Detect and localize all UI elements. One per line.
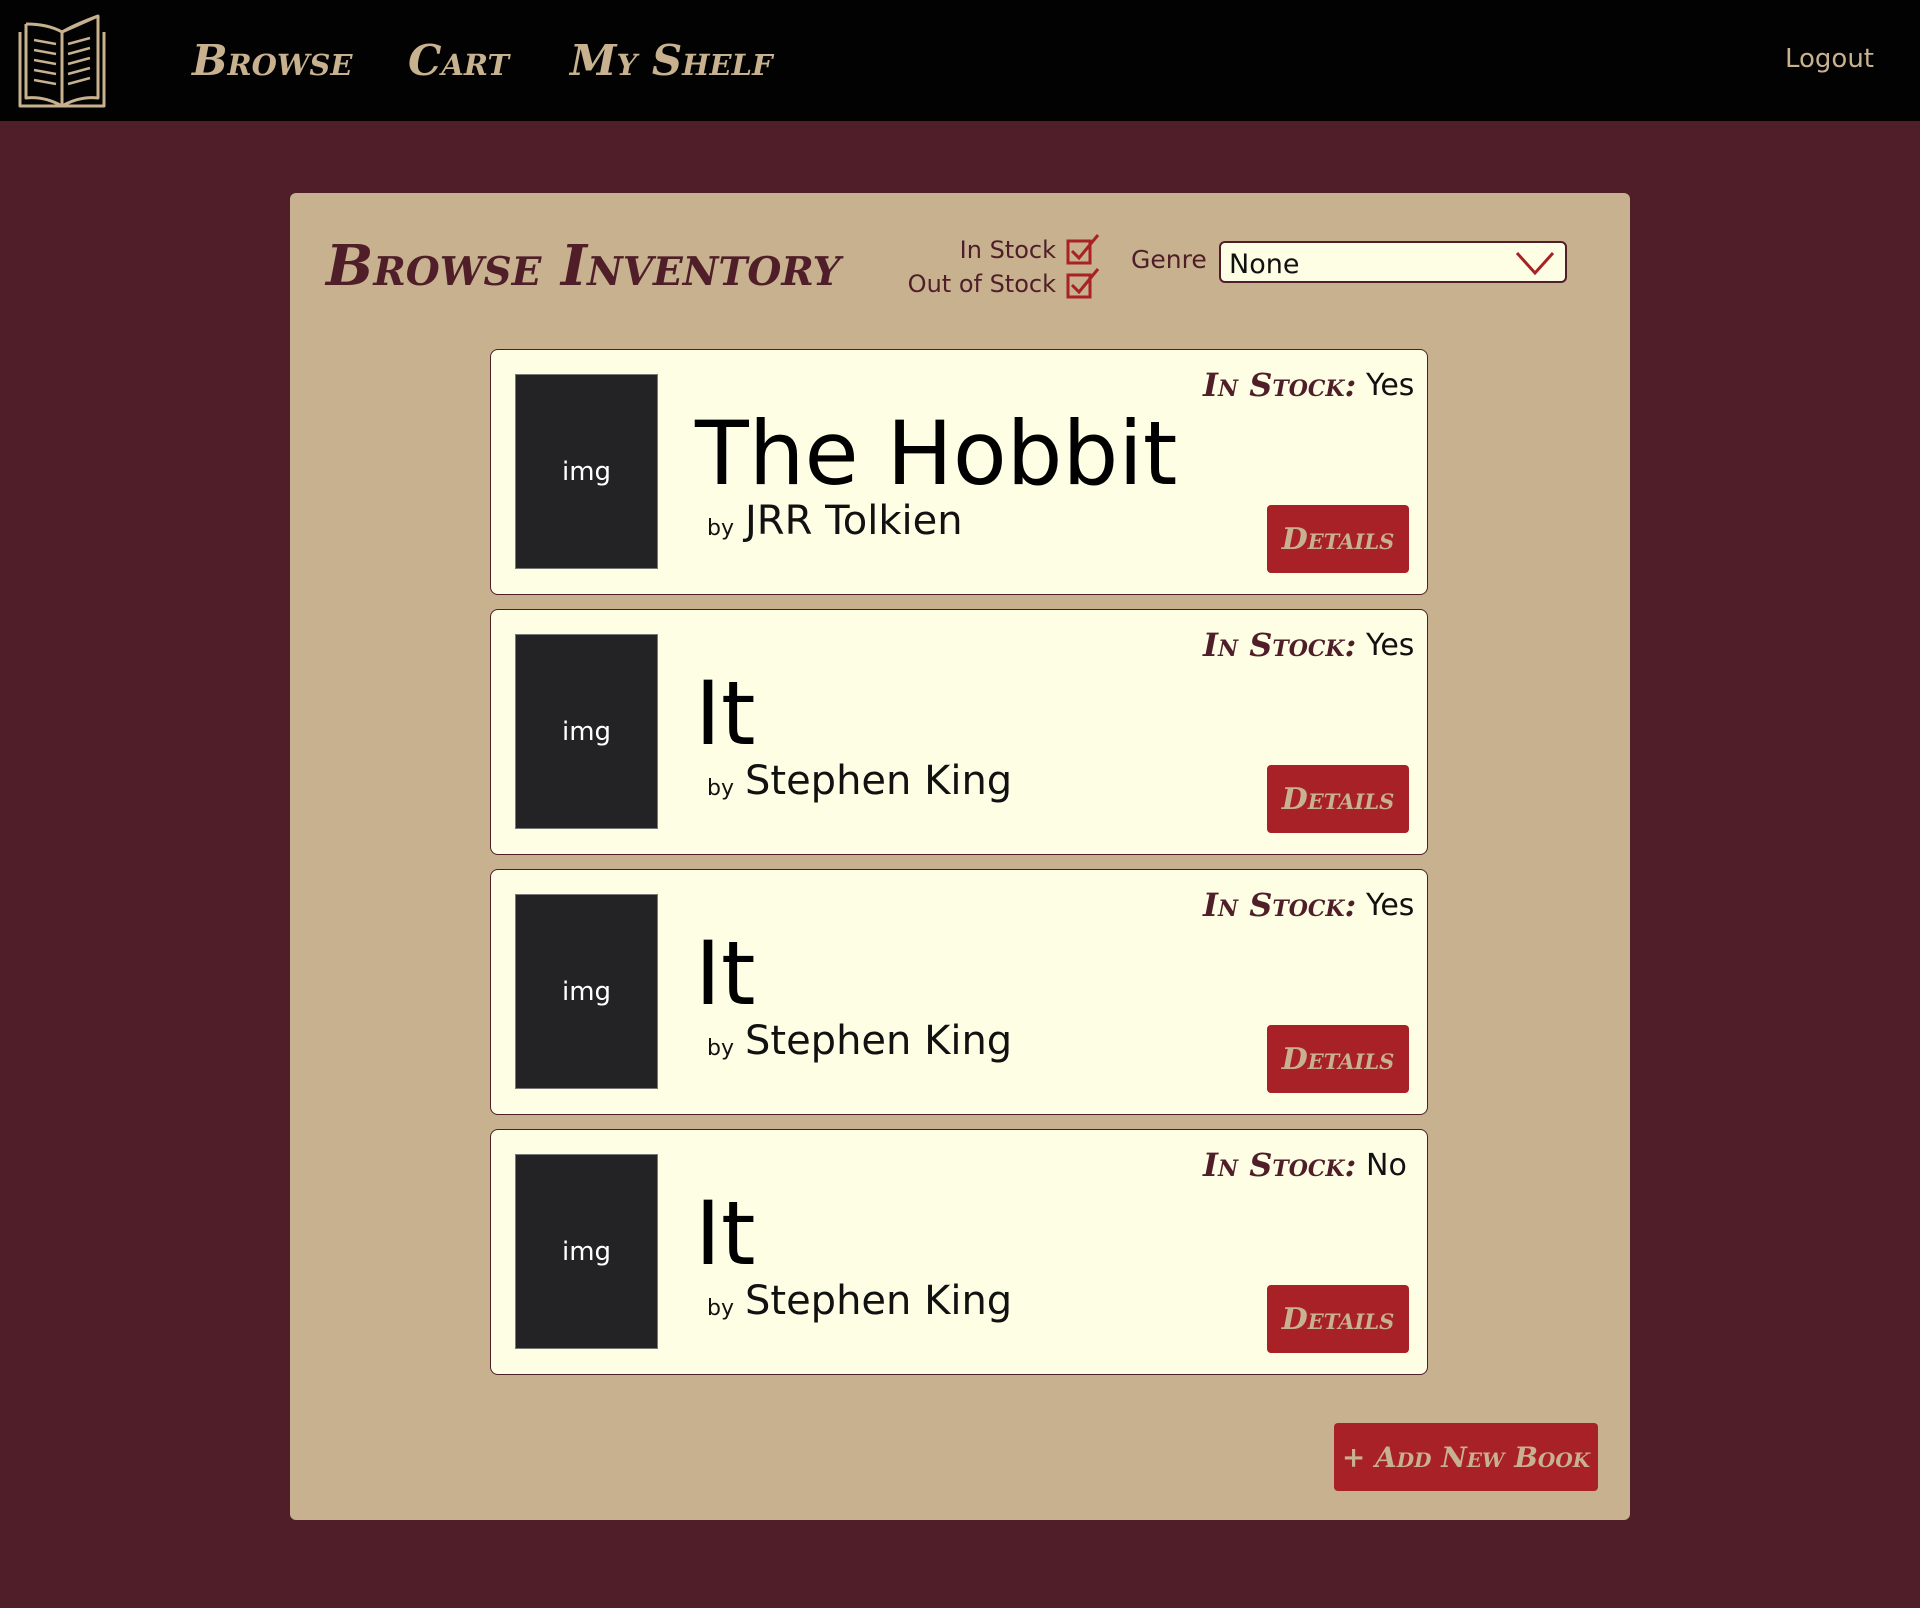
genre-select[interactable]: None	[1219, 241, 1567, 283]
book-title: It	[695, 922, 756, 1025]
in-stock-label: In Stock:	[1203, 366, 1357, 404]
in-stock-checkbox[interactable]	[1066, 233, 1100, 267]
chevron-down-icon	[1515, 251, 1555, 275]
details-button[interactable]: Details	[1267, 1025, 1409, 1093]
out-of-stock-filter: Out of Stock	[908, 267, 1100, 301]
nav-cart-link[interactable]: Cart	[408, 36, 509, 86]
out-of-stock-checkbox[interactable]	[1066, 267, 1100, 301]
out-of-stock-filter-label: Out of Stock	[907, 270, 1056, 298]
in-stock-label: In Stock:	[1203, 886, 1357, 924]
book-author: JRR Tolkien	[745, 498, 963, 544]
open-book-icon[interactable]	[12, 10, 112, 110]
book-cover-image: img	[515, 894, 658, 1089]
details-button[interactable]: Details	[1267, 765, 1409, 833]
book-card: img It by Stephen King In Stock: Yes Det…	[490, 609, 1428, 855]
details-button[interactable]: Details	[1267, 1285, 1409, 1353]
add-new-book-button[interactable]: + Add New Book	[1334, 1423, 1598, 1491]
book-author: Stephen King	[745, 1278, 1013, 1324]
book-card: img It by Stephen King In Stock: Yes Det…	[490, 869, 1428, 1115]
page-title: Browse Inventory	[326, 233, 841, 299]
genre-label: Genre	[1131, 245, 1207, 274]
by-label: by	[707, 776, 734, 801]
nav-browse-link[interactable]: Browse	[192, 36, 352, 86]
book-title: It	[695, 662, 756, 765]
in-stock-value: Yes	[1366, 888, 1415, 923]
in-stock-value: Yes	[1366, 368, 1415, 403]
top-nav-bar: Browse Cart My Shelf Logout	[0, 0, 1920, 121]
in-stock-filter-label: In Stock	[959, 236, 1056, 264]
book-title: It	[695, 1182, 756, 1285]
details-button[interactable]: Details	[1267, 505, 1409, 573]
genre-selected-value: None	[1229, 249, 1300, 280]
nav-my-shelf-link[interactable]: My Shelf	[570, 36, 773, 86]
book-card: img It by Stephen King In Stock: No Deta…	[490, 1129, 1428, 1375]
by-label: by	[707, 516, 734, 541]
logout-link[interactable]: Logout	[1785, 44, 1874, 74]
book-cover-image: img	[515, 374, 658, 569]
in-stock-filter: In Stock	[960, 233, 1100, 267]
book-title: The Hobbit	[695, 402, 1178, 505]
by-label: by	[707, 1036, 734, 1061]
in-stock-label: In Stock:	[1203, 1146, 1357, 1184]
book-cover-image: img	[515, 634, 658, 829]
in-stock-value: No	[1366, 1148, 1407, 1183]
book-cover-image: img	[515, 1154, 658, 1349]
book-card: img The Hobbit by JRR Tolkien In Stock: …	[490, 349, 1428, 595]
by-label: by	[707, 1296, 734, 1321]
in-stock-label: In Stock:	[1203, 626, 1357, 664]
in-stock-value: Yes	[1366, 628, 1415, 663]
book-author: Stephen King	[745, 758, 1013, 804]
book-author: Stephen King	[745, 1018, 1013, 1064]
browse-inventory-panel: Browse Inventory In Stock Out of Stock G…	[290, 193, 1630, 1520]
